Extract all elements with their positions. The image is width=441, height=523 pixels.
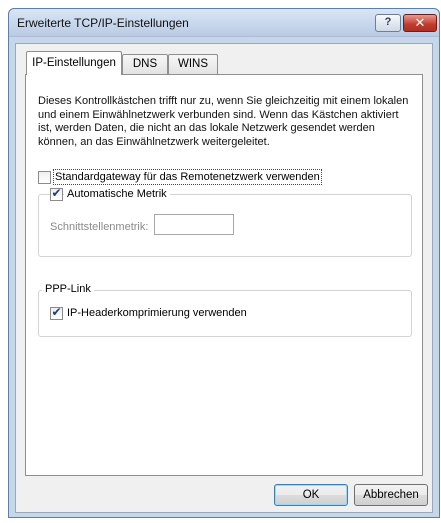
- close-button[interactable]: ✕: [403, 14, 437, 32]
- auto-metric-label[interactable]: Automatische Metrik: [64, 188, 170, 200]
- auto-metric-checkbox[interactable]: ✔: [50, 186, 63, 201]
- close-icon: ✕: [414, 15, 426, 30]
- help-button[interactable]: ?: [375, 14, 401, 32]
- cancel-button[interactable]: Abbrechen: [354, 484, 428, 506]
- checkmark-icon: ✔: [51, 305, 62, 319]
- ip-settings-panel: Dieses Kontrollkästchen trifft nur zu, w…: [25, 74, 423, 476]
- ok-button[interactable]: OK: [274, 484, 348, 506]
- description-text: Dieses Kontrollkästchen trifft nur zu, w…: [38, 95, 409, 148]
- cancel-button-label: Abbrechen: [363, 489, 419, 501]
- checkmark-icon: ✔: [51, 186, 62, 200]
- default-gateway-label[interactable]: Standardgateway für das Remotenetzwerk v…: [53, 169, 322, 185]
- tab-dns-label: DNS: [132, 58, 158, 70]
- ok-button-label: OK: [302, 489, 320, 501]
- window-title: Erweiterte TCP/IP-Einstellungen: [17, 16, 189, 30]
- tab-wins[interactable]: WINS: [168, 54, 218, 74]
- default-gateway-checkbox[interactable]: [38, 171, 51, 184]
- title-bar[interactable]: Erweiterte TCP/IP-Einstellungen ? ✕: [9, 9, 439, 37]
- interface-metric-label: Schnittstellenmetrik:: [50, 221, 149, 233]
- header-compression-label[interactable]: IP-Headerkomprimierung verwenden: [67, 307, 247, 319]
- help-icon: ?: [384, 16, 392, 28]
- tab-ip-settings-label: IP-Einstellungen: [32, 57, 116, 69]
- tab-dns[interactable]: DNS: [122, 54, 168, 74]
- tab-wins-label: WINS: [177, 58, 209, 70]
- dialog-window: Erweiterte TCP/IP-Einstellungen ? ✕ IP-E…: [8, 8, 440, 518]
- dialog-client-area: IP-Einstellungen DNS WINS Dieses Kontrol…: [15, 43, 433, 513]
- tab-ip-settings[interactable]: IP-Einstellungen: [26, 51, 122, 75]
- header-compression-checkbox[interactable]: ✔: [50, 305, 63, 320]
- interface-metric-input[interactable]: [154, 214, 234, 235]
- ppp-link-legend: PPP-Link: [42, 283, 94, 295]
